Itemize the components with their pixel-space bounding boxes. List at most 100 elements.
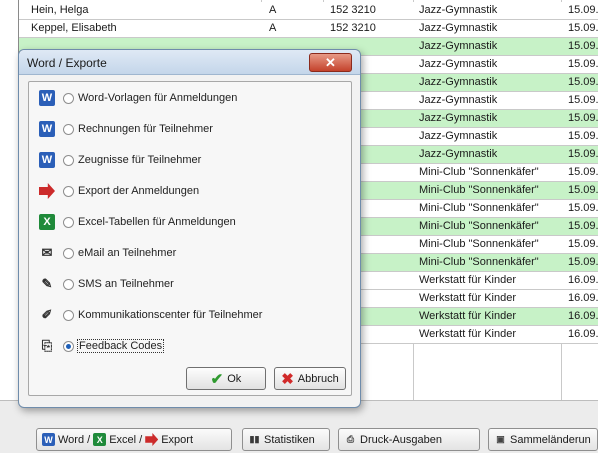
word-icon: W (39, 121, 55, 137)
table-row[interactable]: Keppel, Elisabeth A 152 3210 Jazz-Gymnastik… (19, 20, 598, 38)
course-cell: Werkstatt für Kinder (419, 292, 516, 304)
feedback-icon: ⎘ (41, 338, 53, 353)
date-cell: 15.09.20 (568, 76, 598, 88)
close-button[interactable]: ✕ (309, 53, 352, 72)
date-cell: 15.09.20 (568, 22, 598, 34)
table-row[interactable]: Hein, Helga A 152 3210 Jazz-Gymnastik 15.09.… (19, 2, 598, 20)
export-option[interactable]: ⎘ Feedback Codes (39, 336, 165, 356)
export-option[interactable]: W Zeugnisse für Teilnehmer (39, 150, 201, 170)
option-label: eMail an Teilnehmer (78, 247, 177, 259)
export-arrow-icon (39, 183, 55, 199)
option-label: Word-Vorlagen für Anmeldungen (78, 92, 238, 104)
number-cell: 152 3210 (330, 4, 376, 16)
course-cell: Jazz-Gymnastik (419, 94, 498, 106)
phone-icon: ✎ (41, 276, 53, 291)
bulk-edit-icon: ▣ (496, 434, 505, 444)
course-cell: Jazz-Gymnastik (419, 112, 498, 124)
communication-icon: ✐ (41, 307, 53, 322)
option-radio[interactable] (63, 123, 74, 135)
name-cell: Keppel, Elisabeth (31, 22, 117, 34)
course-cell: Jazz-Gymnastik (419, 130, 498, 142)
bottom-toolbar: W Word / X Excel / Export ▮▮ Statistiken… (0, 424, 598, 453)
number-cell: 152 3210 (330, 22, 376, 34)
course-cell: Mini-Club "Sonnenkäfer" (419, 202, 539, 214)
course-cell: Mini-Club "Sonnenkäfer" (419, 256, 539, 268)
email-icon: ✉ (41, 245, 53, 260)
category-cell: A (269, 4, 277, 16)
statistics-button-label: Statistiken (264, 433, 315, 446)
option-radio[interactable] (63, 278, 74, 290)
bulk-change-button-label: Sammeländerun (510, 433, 591, 446)
export-option[interactable]: ✎ SMS an Teilnehmer (39, 274, 174, 294)
option-label: Rechnungen für Teilnehmer (78, 123, 213, 135)
option-radio[interactable] (63, 92, 74, 104)
date-cell: 15.09.20 (568, 184, 598, 196)
dialog-titlebar[interactable]: Word / Exporte ✕ (19, 50, 360, 75)
word-excel-export-button[interactable]: W Word / X Excel / Export (36, 428, 232, 451)
print-button-label: Druck-Ausgaben (360, 433, 442, 446)
printer-icon: ⎙ (346, 434, 355, 444)
course-cell: Jazz-Gymnastik (419, 40, 498, 52)
word-icon: W (42, 433, 55, 446)
course-cell: Jazz-Gymnastik (419, 22, 498, 34)
export-arrow-icon (145, 433, 159, 446)
date-cell: 15.09.20 (568, 166, 598, 178)
export-option[interactable]: W Rechnungen für Teilnehmer (39, 119, 213, 139)
excel-icon: X (93, 433, 107, 446)
option-radio[interactable] (63, 154, 74, 166)
option-radio[interactable] (63, 309, 74, 321)
export-option[interactable]: ✐ Kommunikationscenter für Teilnehmer (39, 305, 263, 325)
course-cell: Mini-Club "Sonnenkäfer" (419, 220, 539, 232)
date-cell: 15.09.20 (568, 202, 598, 214)
option-label: SMS an Teilnehmer (78, 278, 174, 290)
statistics-button[interactable]: ▮▮ Statistiken (242, 428, 330, 451)
checkmark-icon: ✔ (210, 370, 224, 388)
export-option[interactable]: W Word-Vorlagen für Anmeldungen (39, 88, 237, 108)
course-cell: Werkstatt für Kinder (419, 274, 516, 286)
date-cell: 16.09.20 (568, 274, 598, 286)
export-options-group: W Word-Vorlagen für Anmeldungen W Rechnunge… (28, 81, 352, 396)
option-label: Kommunikationscenter für Teilnehmer (78, 309, 263, 321)
option-radio[interactable] (63, 216, 74, 228)
excel-icon: X (39, 214, 55, 230)
bulk-change-button[interactable]: ▣ Sammeländerun (488, 428, 598, 451)
ok-button-label: Ok (227, 372, 242, 385)
date-cell: 15.09.20 (568, 40, 598, 52)
option-radio[interactable] (63, 247, 74, 259)
course-cell: Mini-Club "Sonnenkäfer" (419, 166, 539, 178)
date-cell: 16.09.20 (568, 328, 598, 340)
word-icon: W (39, 90, 55, 106)
export-option[interactable]: X Excel-Tabellen für Anmeldungen (39, 212, 236, 232)
date-cell: 16.09.20 (568, 292, 598, 304)
course-cell: Jazz-Gymnastik (419, 4, 498, 16)
course-cell: Werkstatt für Kinder (419, 310, 516, 322)
dialog-title: Word / Exporte (27, 56, 107, 70)
date-cell: 16.09.20 (568, 310, 598, 322)
print-outputs-button[interactable]: ⎙ Druck-Ausgaben (338, 428, 480, 451)
export-option[interactable]: ✉ eMail an Teilnehmer (39, 243, 177, 263)
course-cell: Mini-Club "Sonnenkäfer" (419, 184, 539, 196)
course-cell: Jazz-Gymnastik (419, 58, 498, 70)
option-label: Feedback Codes (76, 339, 165, 353)
date-cell: 15.09.20 (568, 256, 598, 268)
option-radio[interactable] (63, 340, 74, 352)
name-cell: Hein, Helga (31, 4, 89, 16)
excel-button-label: Excel / (109, 433, 143, 446)
date-cell: 15.09.20 (568, 238, 598, 250)
cancel-button-label: Abbruch (297, 372, 339, 385)
date-cell: 15.09.20 (568, 112, 598, 124)
close-icon: ✕ (325, 54, 336, 70)
course-cell: Mini-Club "Sonnenkäfer" (419, 238, 539, 250)
option-label: Export der Anmeldungen (78, 185, 200, 197)
course-cell: Jazz-Gymnastik (419, 148, 498, 160)
option-label: Excel-Tabellen für Anmeldungen (78, 216, 236, 228)
option-radio[interactable] (63, 185, 74, 197)
ok-button[interactable]: ✔ Ok (186, 367, 266, 390)
course-cell: Jazz-Gymnastik (419, 76, 498, 88)
date-cell: 15.09.20 (568, 220, 598, 232)
date-cell: 15.09.20 (568, 94, 598, 106)
cancel-button[interactable]: ✖ Abbruch (274, 367, 346, 390)
export-button-label: Export (161, 433, 194, 446)
date-cell: 15.09.20 (568, 4, 598, 16)
export-option[interactable]: Export der Anmeldungen (39, 181, 199, 201)
